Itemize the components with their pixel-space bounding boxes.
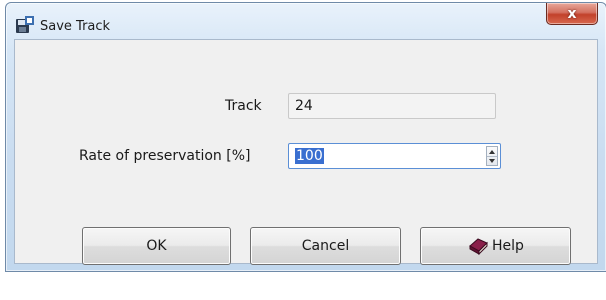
cancel-label: Cancel xyxy=(301,238,350,254)
close-button[interactable]: x xyxy=(546,3,598,25)
save-disk-icon xyxy=(16,16,34,33)
dialog-body: Track 24 Rate of preservation [%] 100 OK… xyxy=(14,39,598,265)
track-field[interactable]: 24 xyxy=(288,93,496,119)
arrow-up-icon xyxy=(489,149,495,154)
track-label: Track xyxy=(225,98,262,114)
cancel-button[interactable]: Cancel xyxy=(250,227,401,265)
help-button[interactable]: Help xyxy=(420,227,571,265)
rate-stepper[interactable] xyxy=(486,146,498,166)
rate-field[interactable]: 100 xyxy=(288,143,501,169)
help-label: Help xyxy=(492,238,524,254)
stepper-down-button[interactable] xyxy=(487,156,497,165)
close-icon: x xyxy=(567,5,577,22)
rate-value: 100 xyxy=(295,148,324,164)
help-book-icon xyxy=(469,238,488,255)
track-value: 24 xyxy=(295,98,313,114)
window-title: Save Track xyxy=(40,19,111,34)
title-bar[interactable]: Save Track x xyxy=(6,3,606,39)
save-track-dialog: Save Track x Track 24 Rate of preservati… xyxy=(5,2,606,272)
ok-label: OK xyxy=(146,238,167,254)
rate-label: Rate of preservation [%] xyxy=(79,148,251,164)
arrow-down-icon xyxy=(489,158,495,163)
ok-button[interactable]: OK xyxy=(82,227,231,265)
